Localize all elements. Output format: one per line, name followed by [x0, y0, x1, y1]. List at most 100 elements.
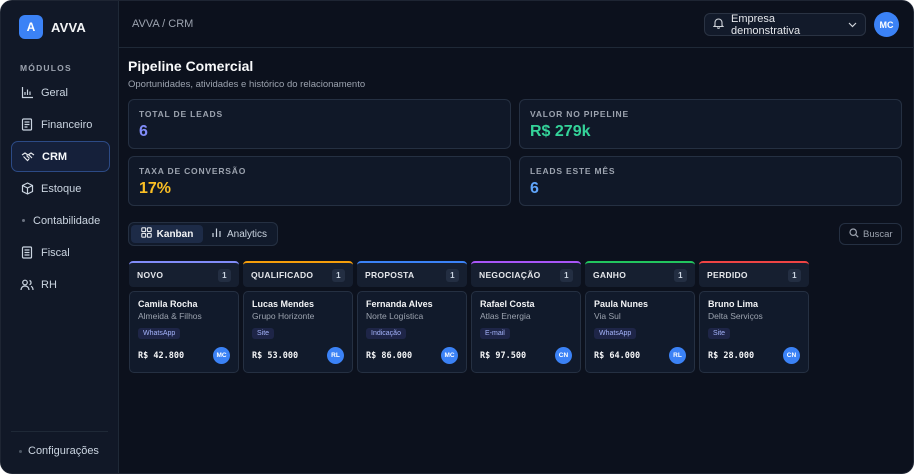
- box-icon: [20, 182, 34, 196]
- column-header: PROPOSTA 1: [357, 261, 467, 287]
- user-avatar[interactable]: MC: [874, 12, 899, 37]
- app-window: A AVVA MÓDULOS Geral Financeiro CRM Esto…: [0, 0, 914, 474]
- modules-section-label: MÓDULOS: [20, 63, 72, 73]
- tab-kanban[interactable]: Kanban: [131, 225, 203, 243]
- lead-card[interactable]: Lucas Mendes Grupo Horizonte Site R$ 53.…: [243, 291, 353, 373]
- kanban-column-proposta: PROPOSTA 1 Fernanda Alves Norte Logístic…: [357, 261, 467, 373]
- stat-value: 6: [139, 123, 148, 140]
- search-button[interactable]: Buscar: [839, 223, 902, 245]
- lead-company: Delta Serviços: [708, 311, 763, 321]
- lead-company: Almeida & Filhos: [138, 311, 202, 321]
- lead-source-badge: Indicação: [366, 328, 406, 339]
- lead-amount: R$ 86.000: [366, 351, 413, 361]
- kanban-column-qualificado: QUALIFICADO 1 Lucas Mendes Grupo Horizon…: [243, 261, 353, 373]
- search-icon: [849, 227, 859, 241]
- sidebar-item-label: CRM: [42, 150, 68, 163]
- company-name: Empresa demonstrativa: [731, 12, 801, 37]
- sidebar-item-label: RH: [41, 278, 57, 291]
- main-content: Pipeline Comercial Oportunidades, ativid…: [119, 48, 913, 473]
- column-title: GANHO: [593, 270, 627, 280]
- sidebar-item-estoque[interactable]: Estoque: [11, 173, 110, 204]
- sidebar-item-label: Contabilidade: [33, 214, 101, 227]
- company-selector[interactable]: Empresa demonstrativa: [704, 12, 866, 37]
- sidebar: A AVVA MÓDULOS Geral Financeiro CRM Esto…: [1, 1, 119, 473]
- lead-company: Atlas Energia: [480, 311, 531, 321]
- lead-card[interactable]: Camila Rocha Almeida & Filhos WhatsApp R…: [129, 291, 239, 373]
- lead-source-badge: E-mail: [480, 328, 510, 339]
- stat-value: 6: [530, 180, 539, 197]
- tab-label: Analytics: [226, 228, 267, 240]
- column-title: NOVO: [137, 270, 164, 280]
- sidebar-item-fiscal[interactable]: Fiscal: [11, 237, 110, 268]
- bar-chart-icon: [211, 227, 222, 241]
- document-icon: [20, 246, 34, 260]
- kanban-column-perdido: PERDIDO 1 Bruno Lima Delta Serviços Site…: [699, 261, 809, 373]
- brand-logo: A: [19, 15, 43, 39]
- search-placeholder: Buscar: [863, 228, 893, 240]
- owner-avatar: CN: [783, 347, 800, 364]
- sidebar-nav: Geral Financeiro CRM Estoque Contabilida…: [11, 77, 110, 301]
- grid-icon: [140, 227, 152, 241]
- lead-name: Bruno Lima: [708, 299, 759, 309]
- lead-company: Grupo Horizonte: [252, 311, 315, 321]
- sidebar-item-label: Financeiro: [41, 118, 93, 131]
- lead-name: Fernanda Alves: [366, 299, 433, 309]
- stat-value: 17%: [139, 180, 172, 197]
- settings-label: Configurações: [28, 445, 99, 457]
- lead-amount: R$ 42.800: [138, 351, 185, 361]
- stat-value: R$ 279k: [530, 123, 591, 140]
- sidebar-item-rh[interactable]: RH: [11, 269, 110, 300]
- column-count: 1: [332, 268, 345, 282]
- column-count: 1: [788, 268, 801, 282]
- sidebar-item-geral[interactable]: Geral: [11, 77, 110, 108]
- lead-name: Rafael Costa: [480, 299, 535, 309]
- stat-label: TAXA DE CONVERSÃO: [139, 166, 247, 176]
- page-subtitle: Oportunidades, atividades e histórico do…: [128, 79, 366, 90]
- column-count: 1: [218, 268, 231, 282]
- lead-source-badge: Site: [708, 328, 731, 339]
- lead-source-badge: WhatsApp: [138, 328, 181, 339]
- column-header: GANHO 1: [585, 261, 695, 287]
- brand[interactable]: A AVVA: [19, 15, 86, 39]
- stat-label: LEADS ESTE MÊS: [530, 166, 616, 176]
- sidebar-item-financeiro[interactable]: Financeiro: [11, 109, 110, 140]
- lead-name: Lucas Mendes: [252, 299, 315, 309]
- lead-card[interactable]: Rafael Costa Atlas Energia E-mail R$ 97.…: [471, 291, 581, 373]
- lead-card[interactable]: Paula Nunes Via Sul WhatsApp R$ 64.000 R…: [585, 291, 695, 373]
- lead-source-badge: WhatsApp: [594, 328, 637, 339]
- lead-card[interactable]: Fernanda Alves Norte Logística Indicação…: [357, 291, 467, 373]
- column-count: 1: [674, 268, 687, 282]
- settings-link[interactable]: Configurações: [19, 445, 99, 457]
- column-count: 1: [560, 268, 573, 282]
- sidebar-item-crm[interactable]: CRM: [11, 141, 110, 172]
- stat-card-total-leads: TOTAL DE LEADS 6: [128, 99, 511, 149]
- top-header: AVVA / CRM Empresa demonstrativa MC: [119, 1, 913, 48]
- tab-analytics[interactable]: Analytics: [203, 225, 275, 243]
- owner-avatar: MC: [213, 347, 230, 364]
- tab-label: Kanban: [156, 228, 194, 240]
- owner-avatar: RL: [669, 347, 686, 364]
- dot-icon: [19, 449, 22, 453]
- sidebar-item-label: Estoque: [41, 182, 82, 195]
- lead-amount: R$ 64.000: [594, 351, 641, 361]
- stat-label: TOTAL DE LEADS: [139, 109, 223, 119]
- stat-card-conversion-rate: TAXA DE CONVERSÃO 17%: [128, 156, 511, 206]
- column-header: NEGOCIAÇÃO 1: [471, 261, 581, 287]
- chevron-down-icon: [848, 19, 857, 31]
- column-title: PERDIDO: [707, 270, 748, 280]
- sidebar-item-label: Fiscal: [41, 246, 70, 259]
- sidebar-item-contabilidade[interactable]: Contabilidade: [11, 205, 110, 236]
- brand-name: AVVA: [51, 19, 86, 35]
- handshake-icon: [21, 150, 35, 164]
- lead-amount: R$ 53.000: [252, 351, 299, 361]
- sidebar-item-label: Geral: [41, 86, 68, 99]
- stat-card-pipeline-value: VALOR NO PIPELINE R$ 279k: [519, 99, 902, 149]
- sidebar-divider: [11, 431, 108, 432]
- column-title: PROPOSTA: [365, 270, 415, 280]
- lead-amount: R$ 28.000: [708, 351, 755, 361]
- lead-name: Camila Rocha: [138, 299, 198, 309]
- lead-card[interactable]: Bruno Lima Delta Serviços Site R$ 28.000…: [699, 291, 809, 373]
- stat-card-leads-this-month: LEADS ESTE MÊS 6: [519, 156, 902, 206]
- column-count: 1: [446, 268, 459, 282]
- bell-icon: [712, 17, 725, 32]
